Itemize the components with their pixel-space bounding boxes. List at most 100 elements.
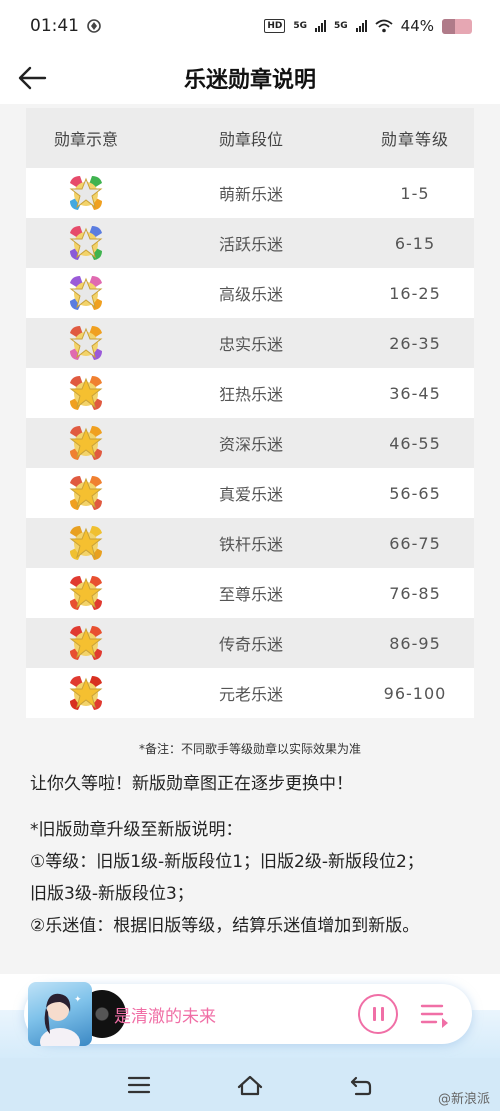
- table-row: 忠实乐迷 26-35: [26, 318, 474, 368]
- title-bar: 乐迷勋章说明: [0, 52, 500, 104]
- medal-star-icon: [69, 276, 103, 310]
- mini-player[interactable]: ✦ 是清澈的未来: [24, 982, 472, 1046]
- playlist-icon: [420, 1004, 448, 1028]
- signal-icon-2: [355, 20, 367, 32]
- table-row: 真爱乐迷 56-65: [26, 468, 474, 518]
- table-body: 萌新乐迷 1-5 活跃乐迷 6-15 高级乐迷 16-25 忠实乐迷 26-35 狂热乐迷 36-…: [26, 168, 474, 718]
- upgrade-line-1: ①等级：旧版1级-新版段位1；旧版2级-新版段位2；: [30, 852, 424, 872]
- battery-icon: [442, 18, 472, 34]
- svg-text:✦: ✦: [74, 995, 82, 1005]
- medal-rank: 忠实乐迷: [218, 335, 283, 354]
- battery-fill: [442, 18, 456, 34]
- medal-level: 56-65: [389, 483, 441, 503]
- table-row: 资深乐迷 46-55: [26, 418, 474, 468]
- medal-cell: [26, 173, 146, 213]
- medal-level: 26-35: [389, 333, 441, 353]
- header-medal-icon: 勋章示意: [53, 130, 118, 149]
- album-cover[interactable]: ✦: [28, 982, 92, 1046]
- hd-badge: HD: [264, 19, 286, 33]
- content-area: 勋章示意 勋章段位 勋章等级 萌新乐迷 1-5 活跃乐迷 6-15 高级乐迷 16-25 忠…: [0, 104, 500, 974]
- medal-star-icon: [69, 626, 103, 660]
- table-row: 至尊乐迷 76-85: [26, 568, 474, 618]
- upgrade-line-3: ②乐迷值：根据旧版等级，结算乐迷值增加到新版。: [30, 916, 420, 936]
- medal-cell: [26, 323, 146, 363]
- medal-cell: [26, 373, 146, 413]
- table-row: 铁杆乐迷 66-75: [26, 518, 474, 568]
- medal-level: 76-85: [389, 583, 441, 603]
- medal-cell: [26, 273, 146, 313]
- album-cover-image: ✦: [40, 993, 82, 1046]
- wifi-icon: [375, 19, 393, 33]
- home-icon: [237, 1075, 263, 1096]
- medal-cell: [26, 223, 146, 263]
- medal-level: 46-55: [389, 433, 441, 453]
- medal-level: 16-25: [389, 283, 441, 303]
- medal-star-icon: [69, 326, 103, 360]
- medal-rank: 元老乐迷: [218, 685, 283, 704]
- medal-star-icon: [69, 176, 103, 210]
- table-row: 高级乐迷 16-25: [26, 268, 474, 318]
- footnote: *备注：不同歌手等级勋章以实际效果为准: [138, 742, 361, 756]
- medal-star-icon: [69, 426, 103, 460]
- watermark: @新浪派: [437, 1092, 490, 1107]
- medal-rank: 资深乐迷: [218, 435, 283, 454]
- upgrade-line-2: 旧版3级-新版段位3；: [30, 884, 194, 904]
- medal-star-icon: [69, 226, 103, 260]
- menu-button[interactable]: [122, 1068, 156, 1102]
- medal-rank: 铁杆乐迷: [218, 535, 283, 554]
- table-row: 狂热乐迷 36-45: [26, 368, 474, 418]
- medal-cell: [26, 573, 146, 613]
- medal-star-icon: [69, 376, 103, 410]
- app-notification-icon: [87, 19, 101, 33]
- signal-icon-1: [315, 20, 326, 32]
- notice-text: 让你久等啦！新版勋章图正在逐步更换中！: [30, 774, 353, 794]
- arrow-left-icon: [18, 66, 47, 90]
- medal-star-icon: [69, 476, 103, 510]
- medal-rank: 活跃乐迷: [218, 235, 283, 254]
- table-row: 活跃乐迷 6-15: [26, 218, 474, 268]
- network-label-2: 5G: [334, 21, 348, 31]
- pause-icon-bar: [380, 1007, 384, 1021]
- medal-level: 86-95: [389, 633, 441, 653]
- status-right: HD 5G 5G 44%: [264, 17, 472, 35]
- medal-level: 1-5: [400, 183, 430, 203]
- medal-star-icon: [69, 576, 103, 610]
- medal-star-icon: [69, 526, 103, 560]
- medal-cell: [26, 473, 146, 513]
- medal-cell: [26, 673, 146, 713]
- table-row: 萌新乐迷 1-5: [26, 168, 474, 218]
- playlist-button[interactable]: [418, 998, 452, 1030]
- medal-cell: [26, 623, 146, 663]
- medal-level: 6-15: [394, 233, 436, 253]
- pause-button[interactable]: [358, 994, 398, 1034]
- table-row: 传奇乐迷 86-95: [26, 618, 474, 668]
- medal-cell: [26, 523, 146, 563]
- medal-rank: 传奇乐迷: [218, 635, 283, 654]
- page-title: 乐迷勋章说明: [183, 68, 316, 93]
- table-row: 元老乐迷 96-100: [26, 668, 474, 718]
- battery-percent: 44%: [400, 17, 434, 35]
- home-button[interactable]: [233, 1068, 267, 1102]
- medal-level: 96-100: [383, 683, 447, 703]
- table-header: 勋章示意 勋章段位 勋章等级: [26, 108, 474, 168]
- network-label-1: 5G: [293, 21, 307, 31]
- back-button[interactable]: [14, 60, 50, 96]
- medal-level: 66-75: [389, 533, 441, 553]
- status-bar: 01:41 HD 5G 5G 44%: [0, 0, 500, 52]
- medal-rank: 真爱乐迷: [218, 485, 283, 504]
- pause-icon: [372, 1007, 376, 1021]
- back-icon: [350, 1076, 372, 1096]
- song-title[interactable]: 是清澈的未来: [114, 1002, 216, 1027]
- medal-rank: 高级乐迷: [218, 285, 283, 304]
- medal-rank: 萌新乐迷: [218, 185, 283, 204]
- back-nav-button[interactable]: [344, 1068, 378, 1102]
- menu-icon: [127, 1076, 151, 1094]
- system-nav-bar: @新浪派: [0, 1058, 500, 1111]
- status-left: 01:41: [30, 16, 101, 36]
- medal-table: 勋章示意 勋章段位 勋章等级 萌新乐迷 1-5 活跃乐迷 6-15 高级乐迷 16-25 忠…: [26, 108, 474, 718]
- medal-level: 36-45: [389, 383, 441, 403]
- medal-rank: 狂热乐迷: [218, 385, 283, 404]
- header-medal-level: 勋章等级: [380, 130, 449, 149]
- medal-rank: 至尊乐迷: [218, 585, 283, 604]
- status-time: 01:41: [30, 16, 79, 36]
